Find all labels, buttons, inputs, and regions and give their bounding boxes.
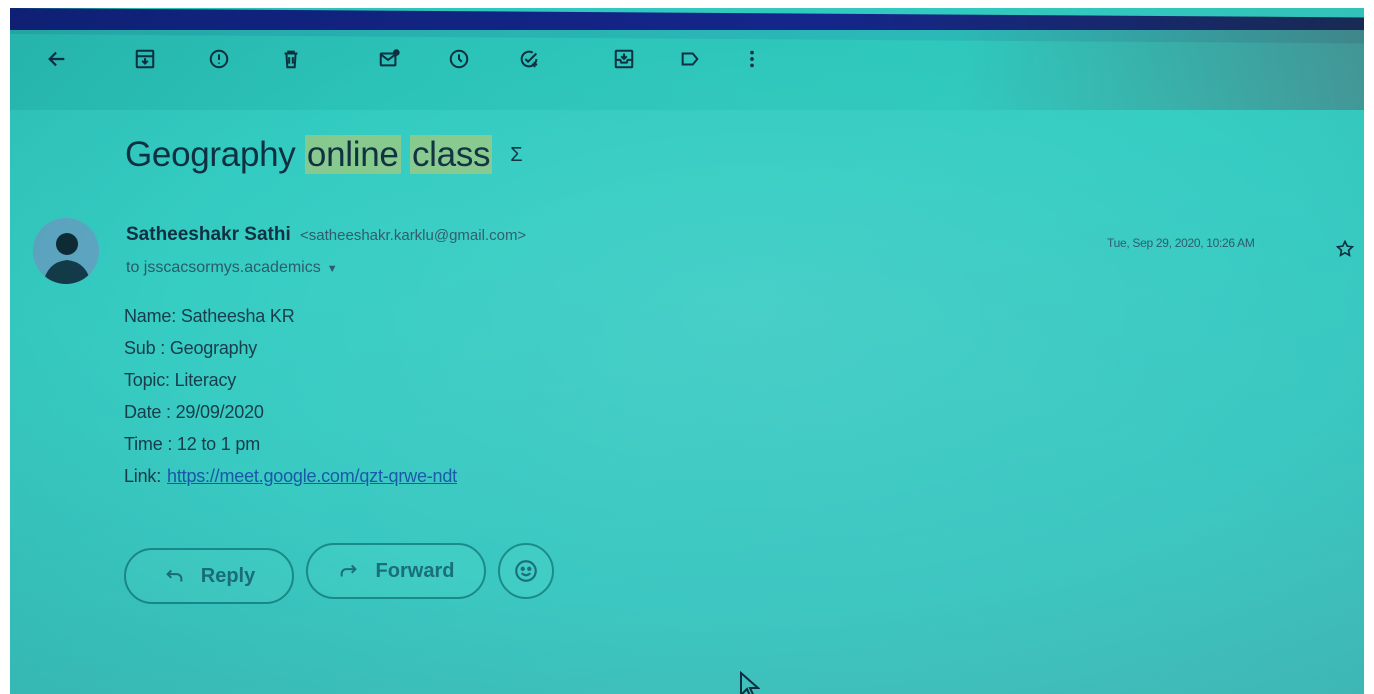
reply-label: Reply [200,564,256,587]
mouse-cursor-icon [738,670,761,694]
body-line-link: Link: https://meet.google.com/qzt-qrwe-nd… [124,460,457,492]
star-icon[interactable] [1335,239,1355,259]
meet-link[interactable]: https://meet.google.com/qzt-qrwe-ndt [167,466,457,486]
more-options-icon[interactable] [739,46,765,72]
subject-highlight-class: class [409,135,493,174]
forward-icon [340,564,357,577]
sender-name[interactable]: Satheeshakr Sathi [126,224,291,245]
subject-word: Geography [125,135,296,174]
link-label: Link: [124,466,162,486]
subject-row: Geography online class Σ [125,130,523,180]
important-marker-icon[interactable]: Σ [510,144,522,167]
sender-email: <satheeshakr.karklu@gmail.com> [300,227,527,244]
reply-icon [165,569,183,582]
snooze-icon[interactable] [446,46,472,72]
recipient-label: to jsscacsormys.academics [126,259,321,276]
forward-button[interactable]: Forward [306,543,486,599]
sender-avatar[interactable] [33,218,99,284]
email-body: Name: Satheesha KR Sub : Geography Topic… [124,300,457,492]
delete-icon[interactable] [278,46,304,72]
body-line-time: Time : 12 to 1 pm [124,434,260,454]
body-line-name: Name: Satheesha KR [124,306,295,326]
smiley-icon [515,560,537,582]
reply-button[interactable]: Reply [124,548,294,604]
recipient-line[interactable]: to jsscacsormys.academics ▼ [126,259,338,277]
sender-line: Satheeshakr Sathi <satheeshakr.karklu@gm… [126,224,526,246]
body-line-subject: Sub : Geography [124,338,258,358]
label-icon[interactable] [677,46,703,72]
recipient-details-dropdown-icon[interactable]: ▼ [327,263,338,275]
forward-label: Forward [375,559,455,582]
mark-unread-icon[interactable] [376,46,402,72]
move-to-icon[interactable] [611,46,637,72]
email-subject: Geography online class [125,135,493,175]
archive-icon[interactable] [132,46,158,72]
back-arrow-icon[interactable] [44,46,70,72]
email-timestamp: Tue, Sep 29, 2020, 10:26 AM [1107,236,1255,250]
subject-highlight-online: online [304,135,401,174]
body-line-date: Date : 29/09/2020 [124,402,264,422]
add-to-tasks-icon[interactable] [516,46,542,72]
report-spam-icon[interactable] [206,46,232,72]
gmail-screen: Geography online class Σ Satheeshakr Sat… [10,8,1364,694]
emoji-reaction-button[interactable] [498,543,554,599]
body-line-topic: Topic: Literacy [124,370,237,390]
